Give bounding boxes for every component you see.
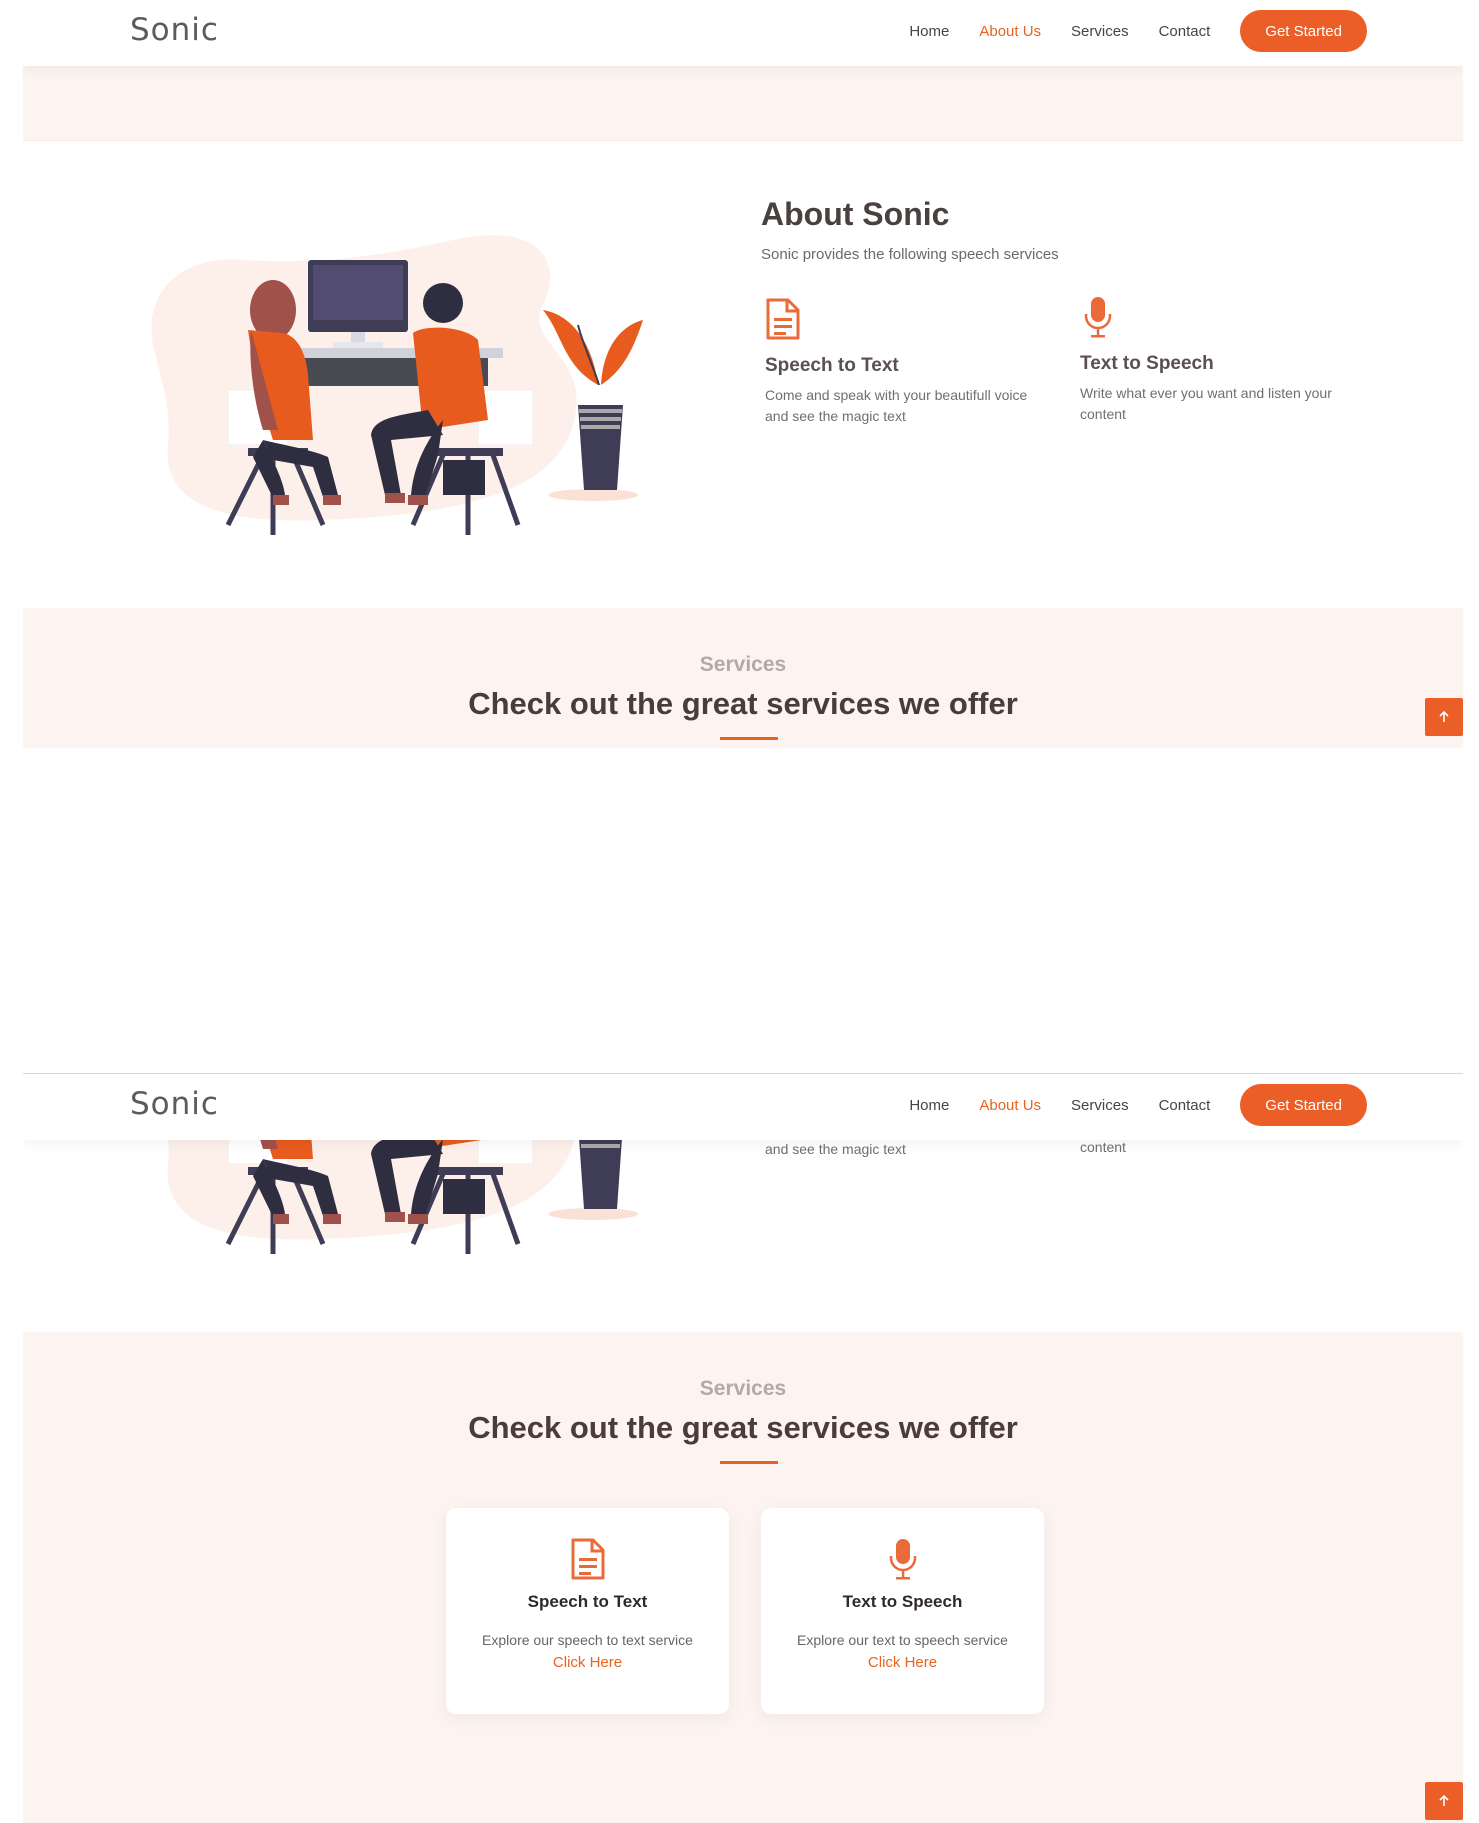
about-title: About Sonic — [761, 196, 950, 232]
nav-about-us[interactable]: About Us — [979, 23, 1041, 40]
nav-home[interactable]: Home — [909, 1097, 949, 1114]
services-title: Check out the great services we offer — [468, 1410, 1018, 1445]
card-title: Text to Speech — [842, 1592, 963, 1611]
services-kicker: Services — [699, 1377, 787, 1400]
arrow-up-icon — [1439, 710, 1449, 722]
back-to-top-button[interactable] — [1425, 698, 1463, 736]
arrow-up-icon — [1439, 1794, 1449, 1806]
get-started-button[interactable]: Get Started — [1240, 1084, 1367, 1126]
microphone-icon — [885, 1538, 921, 1580]
hero-strip — [23, 66, 1463, 141]
site-header: Sonic Home About Us Services Contact Get… — [23, 0, 1463, 66]
nav-about-us[interactable]: About Us — [979, 1097, 1041, 1114]
site-logo[interactable]: Sonic — [130, 1086, 219, 1122]
back-to-top-button[interactable] — [1425, 1782, 1463, 1820]
feature-description: Write what ever you want and listen your… — [1080, 385, 1332, 422]
card-description: Explore our text to speech service — [797, 1632, 1008, 1648]
services-section: Services Check out the great services we… — [23, 608, 1463, 748]
card-click-here-link[interactable]: Click Here — [761, 1654, 1044, 1671]
nav-home[interactable]: Home — [909, 23, 949, 40]
viewport-screenshot-bottom: Sonic Home About Us Services Contact Get… — [23, 1073, 1463, 1823]
card-click-here-link[interactable]: Click Here — [446, 1654, 729, 1671]
feature-speech-to-text: Speech to Text Come and speak with your … — [765, 298, 1055, 427]
feature-description-clipped: and see the magic text — [765, 1141, 906, 1157]
feature-description-clipped: content — [1080, 1139, 1126, 1155]
title-underline — [720, 1461, 778, 1464]
services-kicker: Services — [699, 653, 787, 676]
about-subtitle: Sonic provides the following speech serv… — [761, 246, 1059, 263]
services-title: Check out the great services we offer — [468, 686, 1018, 721]
service-card-text-to-speech[interactable]: Text to Speech Explore our text to speec… — [761, 1508, 1044, 1714]
main-nav: Home About Us Services Contact Get Start… — [909, 1084, 1367, 1126]
feature-title: Text to Speech — [1080, 353, 1214, 374]
nav-contact[interactable]: Contact — [1159, 23, 1211, 40]
site-header: Sonic Home About Us Services Contact Get… — [23, 1074, 1463, 1140]
card-description: Explore our speech to text service — [482, 1632, 693, 1648]
document-icon — [570, 1538, 606, 1580]
nav-contact[interactable]: Contact — [1159, 1097, 1211, 1114]
feature-text-to-speech: Text to Speech Write what ever you want … — [1080, 296, 1370, 425]
main-nav: Home About Us Services Contact Get Start… — [909, 10, 1367, 52]
viewport-screenshot-top: Sonic Home About Us Services Contact Get… — [23, 0, 1463, 760]
site-logo[interactable]: Sonic — [130, 12, 219, 48]
get-started-button[interactable]: Get Started — [1240, 10, 1367, 52]
feature-title: Speech to Text — [765, 355, 899, 376]
nav-services[interactable]: Services — [1071, 1097, 1129, 1114]
title-underline — [720, 737, 778, 740]
feature-description: Come and speak with your beautifull voic… — [765, 387, 1028, 424]
card-title: Speech to Text — [527, 1592, 648, 1611]
service-cards: Speech to Text Explore our speech to tex… — [446, 1508, 1044, 1718]
service-card-speech-to-text[interactable]: Speech to Text Explore our speech to tex… — [446, 1508, 729, 1714]
services-section: Services Check out the great services we… — [23, 1332, 1463, 1823]
team-illustration — [123, 195, 663, 535]
document-icon — [765, 298, 801, 340]
microphone-icon — [1080, 296, 1116, 338]
nav-services[interactable]: Services — [1071, 23, 1129, 40]
